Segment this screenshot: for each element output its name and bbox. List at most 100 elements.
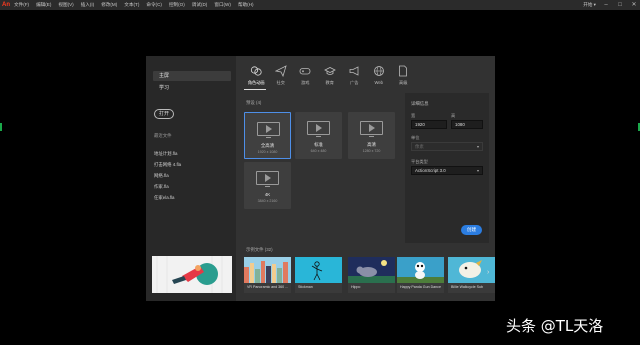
tab-advanced[interactable]: 高级 (391, 64, 416, 86)
menu-edit[interactable]: 编辑(E) (36, 0, 51, 10)
nav-learn-label: 学习 (159, 85, 170, 91)
nav-home[interactable]: 主屏 (153, 71, 231, 81)
recent-file[interactable]: 地址计划.fla (154, 148, 181, 159)
preset-hd[interactable]: 高清 1280 x 720 (348, 112, 395, 159)
width-label: 宽 (411, 113, 416, 118)
preset-size: 1280 x 720 (362, 149, 381, 153)
social-icon (269, 64, 294, 78)
tab-label: 游戏 (301, 80, 310, 85)
tab-game[interactable]: 游戏 (293, 64, 318, 86)
chevron-down-icon: ▾ (476, 144, 479, 149)
start-screen-dialog: 主屏 学习 打开 最近文件 地址计划.fla 打击网络 4.fla 网络.fla… (146, 56, 495, 301)
sample-name: Stickman (298, 285, 313, 289)
sample-name: Happy Panda Gun Dance (400, 285, 441, 289)
recent-file[interactable]: 任家ela.fla (154, 192, 181, 203)
menu-modify[interactable]: 修改(M) (101, 0, 117, 10)
watermark: 头条 @TL天洛 (506, 317, 604, 335)
active-tab-underline (244, 89, 266, 90)
sample-name: VR Panoramic and 360 ... (247, 285, 289, 289)
screen-icon (256, 171, 279, 185)
unit-value: 像素 (415, 144, 424, 149)
workspace-switcher[interactable]: 开始 ▾ (583, 2, 596, 8)
tab-label: 高级 (399, 80, 408, 85)
menu-window[interactable]: 窗口(W) (214, 0, 231, 10)
tab-web[interactable]: Web (367, 64, 392, 86)
animate-logo: An (2, 2, 10, 8)
menu-items: 文件(F) 编辑(E) 视图(V) 插入(I) 修改(M) 文本(T) 命令(C… (12, 0, 254, 10)
sample-thumbnail (244, 257, 291, 283)
maximize-icon[interactable]: □ (616, 1, 624, 9)
tab-label: 广告 (350, 80, 359, 85)
screen-icon (307, 121, 330, 135)
platform-value: ActionScript 3.0 (415, 168, 446, 173)
menu-text[interactable]: 文本(T) (124, 0, 139, 10)
menu-help[interactable]: 帮助(H) (238, 0, 254, 10)
screen-stand (316, 136, 321, 137)
preset-standard[interactable]: 标准 640 x 480 (295, 112, 342, 159)
close-icon[interactable]: ✕ (630, 1, 638, 9)
sample-thumbnail (348, 257, 395, 283)
screen-stand (265, 186, 270, 187)
sample-file[interactable]: Happy Panda Gun Dance (397, 257, 444, 293)
menubar-right: 开始 ▾ – □ ✕ (583, 0, 638, 10)
screen-stand (266, 137, 271, 138)
unit-select[interactable]: 像素 ▾ (411, 142, 483, 151)
height-field[interactable]: 1080 (451, 120, 483, 129)
tab-advertising[interactable]: 广告 (342, 64, 367, 86)
sample-name: Billie Walkcycle Sub (451, 285, 484, 289)
recent-file[interactable]: 网络.fla (154, 170, 181, 181)
advertising-icon (342, 64, 367, 78)
presets-title: 预设 (4) (246, 100, 262, 105)
web-icon (367, 64, 392, 78)
width-field[interactable]: 1920 (411, 120, 447, 129)
screen-stand (369, 136, 374, 137)
sample-thumbnail (397, 257, 444, 283)
screen-icon (360, 121, 383, 135)
menu-insert[interactable]: 插入(I) (81, 0, 95, 10)
tab-education[interactable]: 教育 (318, 64, 343, 86)
details-title: 详细信息 (411, 101, 429, 106)
menu-view[interactable]: 视图(V) (58, 0, 73, 10)
screen-icon (257, 122, 280, 136)
create-button[interactable]: 创建 (461, 225, 482, 235)
recent-file[interactable]: 作家.fla (154, 181, 181, 192)
unit-label: 单位 (411, 135, 420, 140)
sample-name: Hippo (351, 285, 361, 289)
game-icon (293, 64, 318, 78)
tab-social[interactable]: 社交 (269, 64, 294, 86)
samples-title: 示例文件 (32) (246, 247, 273, 252)
preset-size: 640 x 480 (310, 149, 327, 153)
menu-bar: An 文件(F) 编辑(E) 视图(V) 插入(I) 修改(M) 文本(T) 命… (0, 0, 640, 10)
recent-files-list: 地址计划.fla 打击网络 4.fla 网络.fla 作家.fla 任家ela.… (154, 148, 181, 203)
menu-debug[interactable]: 调试(D) (192, 0, 208, 10)
preset-name: 高清 (367, 142, 376, 147)
height-label: 高 (451, 113, 456, 118)
platform-select[interactable]: ActionScript 3.0 ▾ (411, 166, 483, 175)
character-animation-icon (244, 64, 269, 78)
featured-preview-image[interactable] (152, 256, 232, 293)
sample-file[interactable]: Stickman (295, 257, 342, 293)
details-panel: 详细信息 宽 高 1920 1080 单位 像素 ▾ 平台类型 ActionSc… (405, 93, 489, 243)
sample-file[interactable]: VR Panoramic and 360 ... (244, 257, 291, 293)
education-icon (318, 64, 343, 78)
preset-4k[interactable]: 4K 3840 x 2160 (244, 162, 291, 209)
preset-size: 3840 x 2160 (257, 199, 278, 203)
tab-label: 社交 (276, 80, 285, 85)
menu-control[interactable]: 控制(O) (169, 0, 185, 10)
left-column: 主屏 学习 打开 最近文件 地址计划.fla 打击网络 4.fla 网络.fla… (146, 56, 236, 301)
open-button[interactable]: 打开 (154, 109, 174, 119)
preset-full-hd[interactable]: 全高清 1920 x 1080 (244, 112, 291, 159)
menu-file[interactable]: 文件(F) (14, 0, 29, 10)
sample-thumbnail (295, 257, 342, 283)
tab-label: 角色动画 (247, 80, 265, 85)
recent-file[interactable]: 打击网络 4.fla (154, 159, 181, 170)
nav-learn[interactable]: 学习 (153, 83, 231, 93)
left-edge-marker (0, 123, 2, 131)
preset-name: 标准 (314, 142, 323, 147)
minimize-icon[interactable]: – (602, 1, 610, 9)
menu-commands[interactable]: 命令(C) (146, 0, 162, 10)
tab-character-animation[interactable]: 角色动画 (244, 64, 269, 86)
sample-file[interactable]: Hippo (348, 257, 395, 293)
preset-name: 4K (264, 192, 271, 197)
chevron-right-icon[interactable]: › (487, 269, 489, 276)
